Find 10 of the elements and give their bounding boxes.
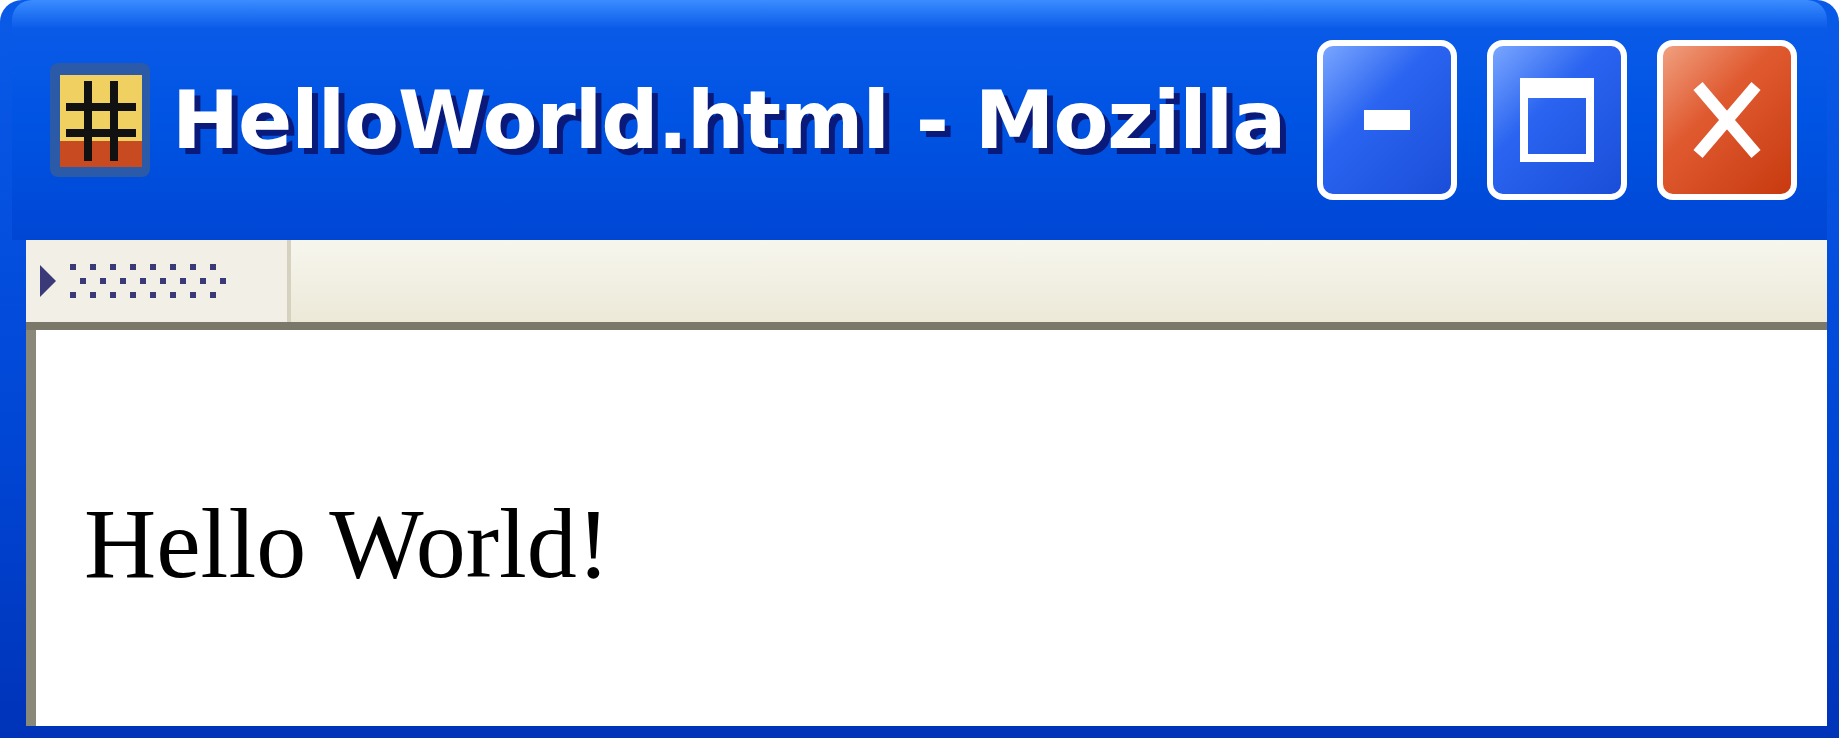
maximize-icon	[1520, 78, 1594, 162]
minimize-button[interactable]	[1317, 40, 1457, 200]
toolbar-grippy[interactable]	[26, 240, 291, 322]
close-button[interactable]	[1657, 40, 1797, 200]
app-icon	[48, 61, 152, 179]
page-text: Hello World!	[84, 486, 611, 601]
expand-arrow-icon	[40, 265, 56, 297]
minimize-icon	[1364, 110, 1410, 130]
maximize-button[interactable]	[1487, 40, 1627, 200]
window-title: HelloWorld.html - Mozilla	[172, 73, 1287, 167]
